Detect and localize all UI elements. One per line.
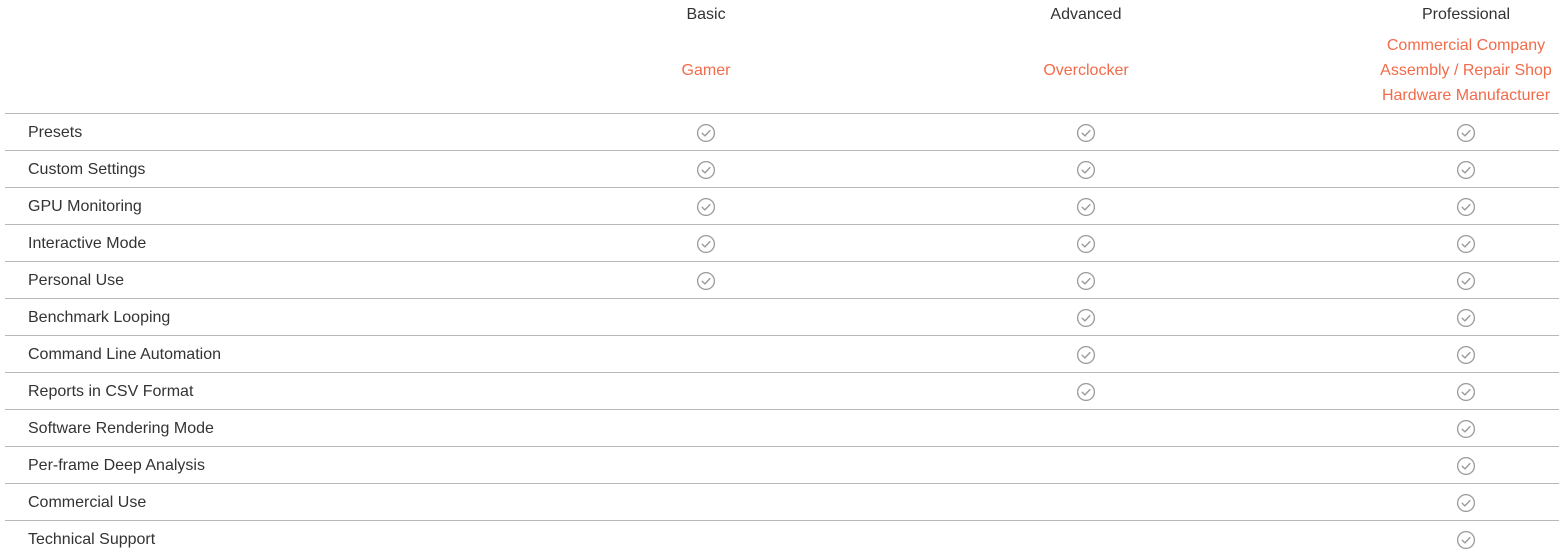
plan-audience-professional-2: Assembly / Repair Shop	[1380, 62, 1552, 79]
table-row: Presets	[5, 114, 1559, 151]
check-circle-icon	[1076, 197, 1096, 217]
table-row: Interactive Mode	[5, 225, 1559, 262]
table-row: Personal Use	[5, 262, 1559, 299]
check-circle-icon	[1456, 345, 1476, 365]
check-circle-icon	[1456, 419, 1476, 439]
check-circle-icon	[696, 123, 716, 143]
feature-label: Reports in CSV Format	[28, 383, 194, 400]
check-circle-icon	[1076, 271, 1096, 291]
plan-name-advanced: Advanced	[1050, 6, 1122, 23]
check-circle-icon	[1456, 382, 1476, 402]
check-circle-icon	[696, 271, 716, 291]
table-row: GPU Monitoring	[5, 188, 1559, 225]
feature-label: Custom Settings	[28, 161, 146, 178]
check-circle-icon	[1456, 234, 1476, 254]
table-row: Software Rendering Mode	[5, 410, 1559, 447]
check-circle-icon	[1076, 382, 1096, 402]
feature-rows: Presets Custom Settings GPU Monitoring Inte…	[5, 114, 1559, 557]
check-circle-icon	[1456, 197, 1476, 217]
feature-label: Presets	[28, 124, 83, 141]
check-circle-icon	[1076, 160, 1096, 180]
table-row: Technical Support	[5, 521, 1559, 557]
check-circle-icon	[1456, 123, 1476, 143]
check-circle-icon	[696, 197, 716, 217]
check-circle-icon	[1456, 493, 1476, 513]
check-circle-icon	[1456, 160, 1476, 180]
plan-name-professional: Professional	[1421, 6, 1511, 23]
plan-name-basic: Basic	[686, 6, 726, 23]
table-row: Reports in CSV Format	[5, 373, 1559, 410]
check-circle-icon	[1456, 308, 1476, 328]
check-circle-icon	[1456, 530, 1476, 550]
table-row: Commercial Use	[5, 484, 1559, 521]
feature-label: Technical Support	[28, 531, 156, 548]
table-row: Benchmark Looping	[5, 299, 1559, 336]
plan-audience-professional-3: Hardware Manufacturer	[1381, 87, 1551, 104]
feature-label: Personal Use	[28, 272, 125, 289]
feature-comparison-table: Basic Gamer Advanced Overclocker Profess…	[5, 0, 1559, 557]
check-circle-icon	[1456, 271, 1476, 291]
check-circle-icon	[1456, 456, 1476, 476]
plan-audience-advanced: Overclocker	[1043, 62, 1129, 79]
plan-audience-basic: Gamer	[681, 62, 731, 79]
feature-label: Per-frame Deep Analysis	[28, 457, 205, 474]
table-row: Custom Settings	[5, 151, 1559, 188]
feature-label: GPU Monitoring	[28, 198, 142, 215]
feature-label: Benchmark Looping	[28, 309, 171, 326]
check-circle-icon	[696, 234, 716, 254]
check-circle-icon	[1076, 308, 1096, 328]
plan-audience-professional-1: Commercial Company	[1386, 37, 1546, 54]
check-circle-icon	[1076, 123, 1096, 143]
feature-label: Commercial Use	[28, 494, 147, 511]
table-row: Per-frame Deep Analysis	[5, 447, 1559, 484]
check-circle-icon	[1076, 345, 1096, 365]
feature-label: Command Line Automation	[28, 346, 221, 363]
feature-label: Software Rendering Mode	[28, 420, 214, 437]
check-circle-icon	[1076, 234, 1096, 254]
plans-header: Basic Gamer Advanced Overclocker Profess…	[5, 0, 1559, 114]
feature-label: Interactive Mode	[28, 235, 147, 252]
check-circle-icon	[696, 160, 716, 180]
table-row: Command Line Automation	[5, 336, 1559, 373]
